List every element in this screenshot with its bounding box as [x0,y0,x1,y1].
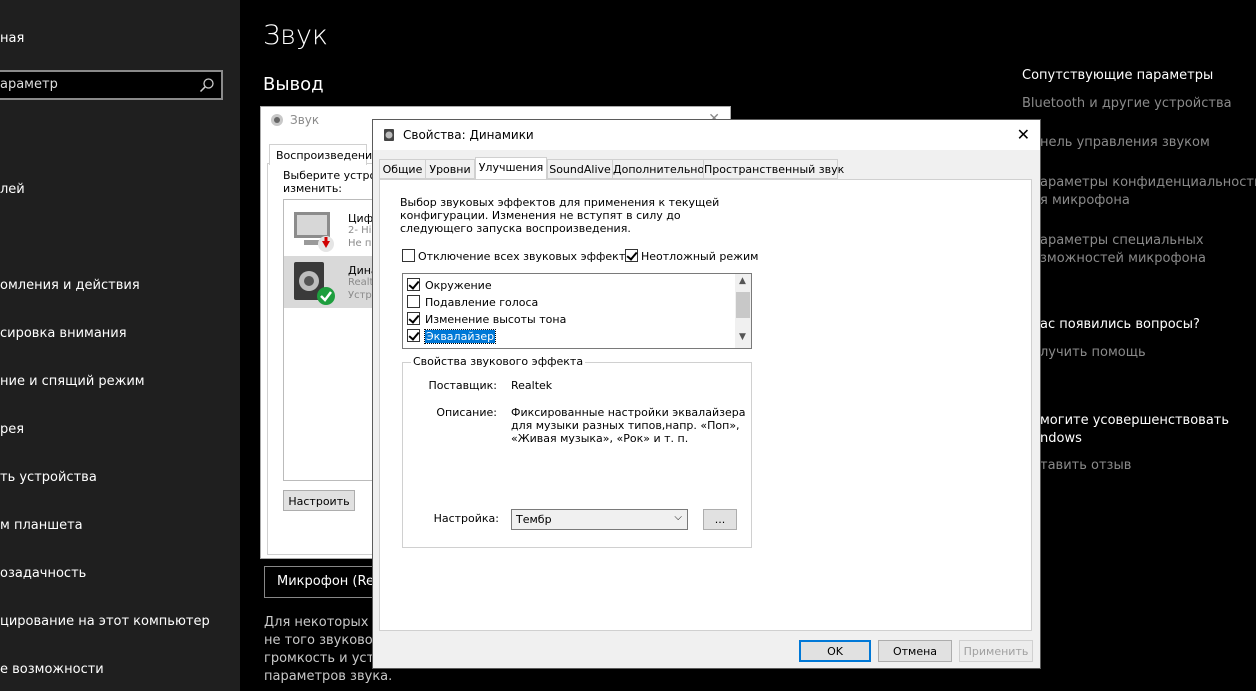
disable-all-effects-checkbox[interactable] [402,249,415,262]
bluetooth-link[interactable]: Bluetooth и другие устройства [1022,95,1232,113]
nav-item-battery[interactable]: рея [0,422,24,437]
questions-heading: ас появились вопросы? [1040,317,1200,332]
improve-heading: могите усовершенствовать ndows [1040,412,1229,448]
nav-item-multitasking[interactable]: озадачность [0,566,86,581]
mic-privacy-link[interactable]: араметры конфиденциальности я микрофона [1040,174,1256,210]
setting-select[interactable]: Тембр ⌵ [511,509,688,530]
feedback-link[interactable]: тавить отзыв [1040,457,1131,475]
sound-panel-title: Звук [290,113,320,127]
chevron-down-icon: ⌵ [674,512,682,523]
tab-playback[interactable]: Воспроизведение [269,144,379,165]
speaker-properties-dialog: Свойства: Динамики ✕ Общие Уровни Улучше… [372,119,1041,669]
more-settings-button[interactable]: ... [703,509,737,530]
effect-label: Изменение высоты тона [425,313,567,326]
tab-soundalive[interactable]: SoundAlive [547,159,613,179]
tab-advanced[interactable]: Дополнительно [612,159,704,179]
nav-item-notifications[interactable]: омления и действия [0,278,140,293]
device-sub: Realt [348,277,374,288]
nav-item-1[interactable]: лей [0,182,25,197]
monitor-icon [294,212,334,252]
device-list: Циф 2- Hi Не п Дина Realt Устр [283,199,375,481]
device-digital-output[interactable]: Циф 2- Hi Не п [284,204,374,256]
link-line: араметры конфиденциальности [1040,175,1256,190]
enhancements-panel: Выбор звуковых эффектов для применения к… [379,179,1032,631]
search-placeholder: араметр [0,77,58,92]
output-heading: Вывод [263,74,324,95]
device-sub: Устр [348,290,372,301]
speaker-device-icon [294,262,335,305]
enhancements-intro: Выбор звуковых эффектов для применения к… [400,196,720,235]
effect-label: Подавление голоса [425,296,539,309]
effect-checkbox[interactable] [407,295,420,308]
hint-line: Выберите устрой [283,169,384,182]
tab-levels[interactable]: Уровни [425,159,475,179]
nav-item-tablet[interactable]: м планшета [0,518,83,533]
configure-button[interactable]: Настроить [283,490,355,511]
hint-line: изменить: [283,182,343,195]
link-line: зможностей микрофона [1040,251,1206,266]
playback-hint: Выберите устрой изменить: [283,169,383,195]
device-sub: 2- Hi [348,225,372,236]
scroll-down-icon[interactable]: ▼ [739,332,746,342]
tab-general[interactable]: Общие [379,159,426,179]
apply-button[interactable]: Применить [959,640,1033,662]
effect-label: Окружение [425,279,492,292]
search-icon [199,78,214,93]
dialog-title: Свойства: Динамики [403,128,534,142]
cancel-button[interactable]: Отмена [878,640,952,662]
effect-checkbox[interactable] [407,278,420,291]
nav-item-power[interactable]: ние и спящий режим [0,374,145,389]
related-settings: Сопутствующие параметры Bluetooth и друг… [1022,0,1256,691]
provider-value: Realtek [511,379,553,392]
search-input[interactable]: араметр [0,70,223,100]
nav-item-projecting[interactable]: цирование на этот компьютер [0,614,210,629]
microphone-label: Микрофон (Real [277,574,386,589]
speaker-icon [271,114,283,126]
nav-home[interactable]: ная [0,31,24,46]
heading-line: ndows [1040,431,1082,446]
settings-nav: ная араметр лей омления и действия сиров… [0,0,240,691]
mic-accessibility-link[interactable]: араметры специальных зможностей микрофон… [1040,232,1206,268]
speaker-icon [384,129,394,141]
scroll-thumb[interactable] [736,292,750,318]
scroll-up-icon[interactable]: ▲ [739,276,746,286]
immediate-mode-label: Неотложный режим [641,250,759,263]
tab-enhancements[interactable]: Улучшения [475,157,547,180]
description-value: Фиксированные настройки эквалайзера для … [511,406,746,445]
group-caption: Свойства звукового эффекта [411,355,586,368]
immediate-mode-checkbox[interactable] [625,249,638,262]
setting-label: Настройка: [433,512,499,525]
device-speakers[interactable]: Дина Realt Устр [284,256,375,308]
effect-checkbox[interactable] [407,312,420,325]
sound-panel-link[interactable]: нель управления звуком [1040,134,1210,152]
related-heading: Сопутствующие параметры [1022,68,1214,83]
setting-value: Тембр [516,513,552,526]
device-name: Циф [348,212,374,225]
get-help-link[interactable]: лучить помощь [1040,344,1146,362]
close-icon[interactable]: ✕ [1017,125,1030,144]
effect-checkbox[interactable] [407,329,420,342]
description-label: Описание: [436,406,497,419]
effect-properties-group: Свойства звукового эффекта Поставщик: Re… [402,355,752,548]
effects-list: Окружение Подавление голоса Изменение вы… [402,273,752,349]
nav-item-shared[interactable]: е возможности [0,662,104,677]
device-name: Дина [348,264,375,277]
disable-all-effects-label: Отключение всех звуковых эффектов [418,250,639,263]
device-sub: Не п [348,238,372,249]
desc-line: параметров звука. [264,669,393,684]
link-line: я микрофона [1040,193,1130,208]
nav-item-focus[interactable]: сировка внимания [0,326,127,341]
link-line: араметры специальных [1040,233,1204,248]
provider-label: Поставщик: [428,379,497,392]
effect-label: Эквалайзер [423,329,497,344]
tab-spatial-sound[interactable]: Пространственный звук [703,159,844,179]
heading-line: могите усовершенствовать [1040,413,1230,428]
nav-item-storage[interactable]: ть устройства [0,470,97,485]
dialog-titlebar[interactable]: Свойства: Динамики ✕ [373,120,1040,150]
ok-button[interactable]: OK [799,640,871,662]
page-title: Звук [263,20,329,51]
effects-scrollbar[interactable]: ▲ ▼ [735,274,751,348]
